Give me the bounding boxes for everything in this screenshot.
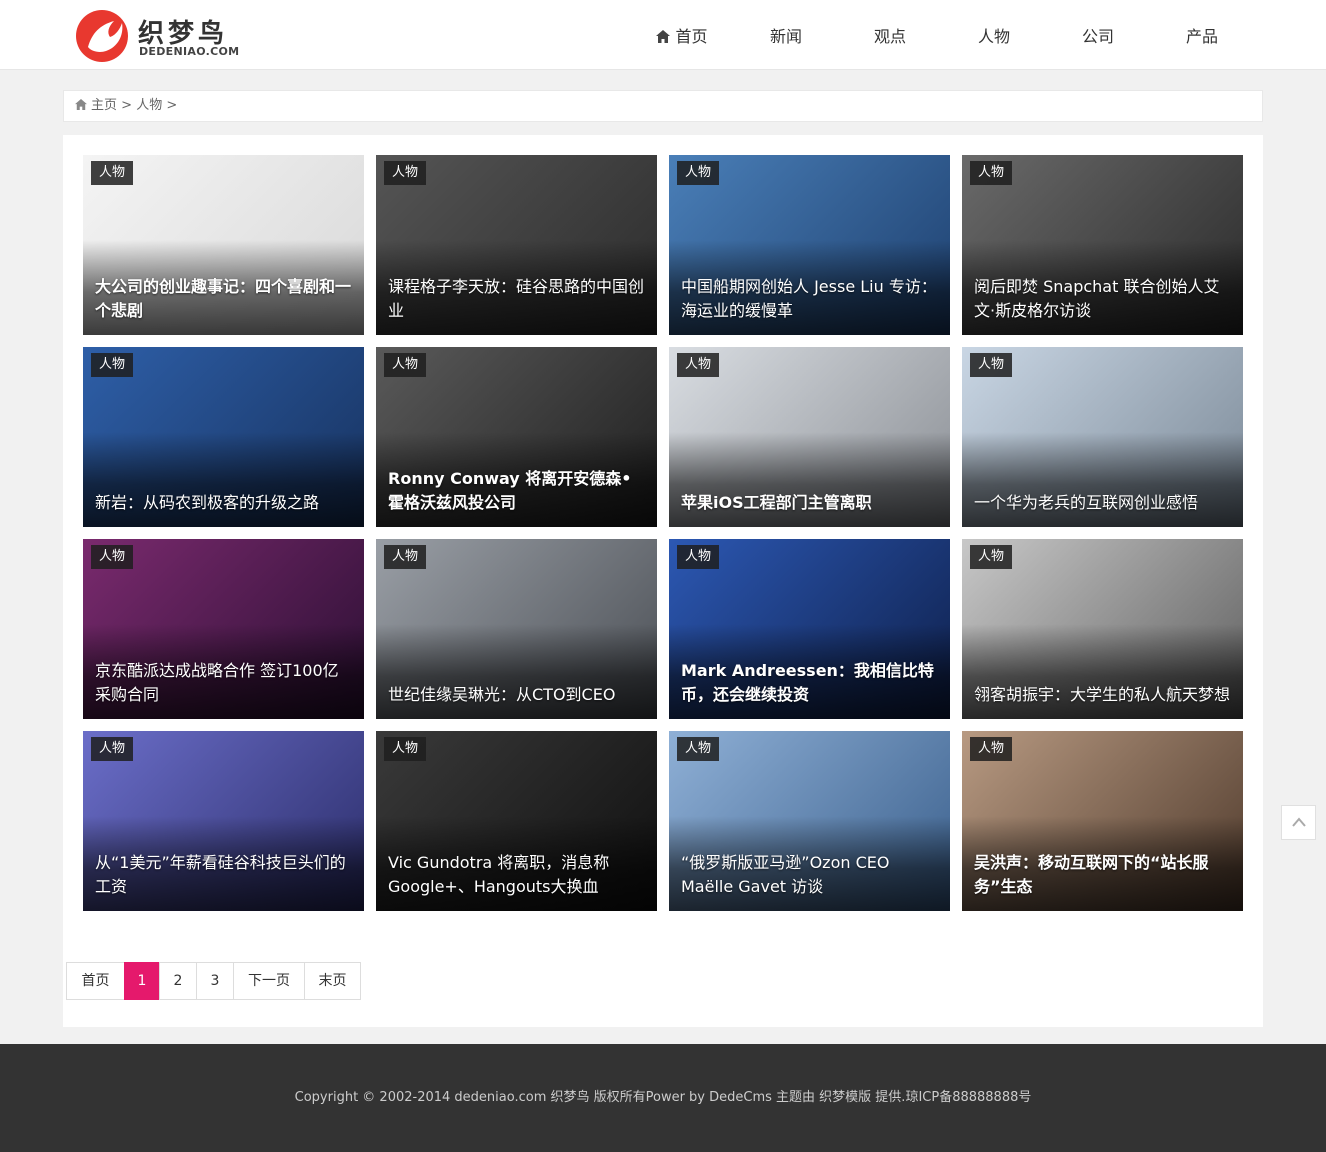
category-tag[interactable]: 人物 (677, 353, 720, 377)
main-nav: 首页 新闻 观点 人物 公司 产品 (630, 0, 1254, 70)
category-tag[interactable]: 人物 (384, 353, 427, 377)
article-title[interactable]: 一个华为老兵的互联网创业感悟 (974, 491, 1233, 515)
article-title[interactable]: 课程格子李天放：硅谷思路的中国创业 (388, 275, 647, 323)
chevron-up-icon (1292, 817, 1306, 827)
category-tag[interactable]: 人物 (970, 353, 1013, 377)
article-title[interactable]: 世纪佳缘吴琳光：从CTO到CEO (388, 683, 647, 707)
home-icon (75, 99, 87, 110)
nav-label: 人物 (977, 27, 1010, 46)
page-first-button[interactable]: 首页 (66, 962, 125, 1000)
category-tag[interactable]: 人物 (91, 161, 134, 185)
article-card[interactable]: 人物翎客胡振宇：大学生的私人航天梦想 (962, 539, 1243, 719)
article-title[interactable]: Vic Gundotra 将离职，消息称Google+、Hangouts大换血 (388, 851, 647, 899)
nav-item-company[interactable]: 公司 (1046, 0, 1150, 70)
article-title[interactable]: 大公司的创业趣事记：四个喜剧和一个悲剧 (95, 275, 354, 323)
article-title[interactable]: 中国船期网创始人 Jesse Liu 专访：海运业的缓慢革 (681, 275, 940, 323)
category-tag[interactable]: 人物 (91, 353, 134, 377)
article-card[interactable]: 人物大公司的创业趣事记：四个喜剧和一个悲剧 (83, 155, 364, 335)
category-tag[interactable]: 人物 (677, 545, 720, 569)
category-tag[interactable]: 人物 (384, 545, 427, 569)
nav-label: 首页 (675, 27, 708, 46)
category-tag[interactable]: 人物 (677, 737, 720, 761)
article-card[interactable]: 人物世纪佳缘吴琳光：从CTO到CEO (376, 539, 657, 719)
article-card[interactable]: 人物课程格子李天放：硅谷思路的中国创业 (376, 155, 657, 335)
category-tag[interactable]: 人物 (677, 161, 720, 185)
bird-logo-icon (76, 10, 128, 62)
article-card[interactable]: 人物阅后即焚 Snapchat 联合创始人艾文·斯皮格尔访谈 (962, 155, 1243, 335)
nav-label: 观点 (873, 27, 906, 46)
page-1-button[interactable]: 1 (124, 962, 160, 1000)
nav-item-news[interactable]: 新闻 (734, 0, 838, 70)
breadcrumb: 主页 > 人物 > (63, 90, 1263, 122)
article-card[interactable]: 人物苹果iOS工程部门主管离职 (669, 347, 950, 527)
category-tag[interactable]: 人物 (91, 737, 134, 761)
page-last-button[interactable]: 末页 (304, 962, 361, 1000)
copyright-text: Copyright © 2002-2014 dedeniao.com 织梦鸟 版… (294, 1090, 1032, 1105)
page-next-button[interactable]: 下一页 (233, 962, 305, 1000)
article-title[interactable]: 吴洪声：移动互联网下的“站长服务”生态 (974, 851, 1233, 899)
site-logo[interactable]: 织梦鸟 DEDENIAO.COM (74, 7, 254, 63)
article-card[interactable]: 人物吴洪声：移动互联网下的“站长服务”生态 (962, 731, 1243, 911)
article-card[interactable]: 人物新岩：从码农到极客的升级之路 (83, 347, 364, 527)
article-title[interactable]: 苹果iOS工程部门主管离职 (681, 491, 940, 515)
category-tag[interactable]: 人物 (91, 545, 134, 569)
article-title[interactable]: 京东酷派达成战略合作 签订100亿采购合同 (95, 659, 354, 707)
site-footer: Copyright © 2002-2014 dedeniao.com 织梦鸟 版… (0, 1044, 1326, 1152)
article-card[interactable]: 人物 “俄罗斯版亚马逊”Ozon CEO Maëlle Gavet 访谈 (669, 731, 950, 911)
article-title[interactable]: Mark Andreessen：我相信比特币，还会继续投资 (681, 659, 940, 707)
nav-item-people[interactable]: 人物 (942, 0, 1046, 70)
nav-item-product[interactable]: 产品 (1150, 0, 1254, 70)
logo-english-text: DEDENIAO.COM (139, 45, 240, 58)
article-card[interactable]: 人物京东酷派达成战略合作 签订100亿采购合同 (83, 539, 364, 719)
category-tag[interactable]: 人物 (970, 737, 1013, 761)
category-tag[interactable]: 人物 (970, 161, 1013, 185)
article-title[interactable]: 阅后即焚 Snapchat 联合创始人艾文·斯皮格尔访谈 (974, 275, 1233, 323)
breadcrumb-current-link[interactable]: 人物 (136, 98, 162, 113)
category-tag[interactable]: 人物 (384, 161, 427, 185)
article-card[interactable]: 人物 Ronny Conway 将离开安德森•霍格沃兹风投公司 (376, 347, 657, 527)
article-card[interactable]: 人物从“1美元”年薪看硅谷科技巨头们的工资 (83, 731, 364, 911)
article-title[interactable]: 新岩：从码农到极客的升级之路 (95, 491, 354, 515)
nav-label: 新闻 (769, 27, 802, 46)
article-card[interactable]: 人物一个华为老兵的互联网创业感悟 (962, 347, 1243, 527)
breadcrumb-separator: > (121, 98, 133, 113)
article-card[interactable]: 人物中国船期网创始人 Jesse Liu 专访：海运业的缓慢革 (669, 155, 950, 335)
article-card[interactable]: 人物 Vic Gundotra 将离职，消息称Google+、Hangouts大换… (376, 731, 657, 911)
article-title[interactable]: Ronny Conway 将离开安德森•霍格沃兹风投公司 (388, 467, 647, 515)
page-2-button[interactable]: 2 (159, 962, 197, 1000)
article-title[interactable]: 从“1美元”年薪看硅谷科技巨头们的工资 (95, 851, 354, 899)
back-to-top-button[interactable] (1281, 805, 1316, 840)
article-title[interactable]: 翎客胡振宇：大学生的私人航天梦想 (974, 683, 1233, 707)
home-icon (656, 30, 671, 43)
article-title[interactable]: “俄罗斯版亚马逊”Ozon CEO Maëlle Gavet 访谈 (681, 851, 940, 899)
page-3-button[interactable]: 3 (196, 962, 234, 1000)
category-tag[interactable]: 人物 (970, 545, 1013, 569)
breadcrumb-home-link[interactable]: 主页 (91, 98, 117, 113)
article-list-panel: 人物 大公司的创业趣事记：四个喜剧和一个悲剧 人物 课程格子李天放：硅谷思路的中国创业… (63, 135, 1263, 1027)
pagination: 首页 1 2 3 下一页 末页 (66, 962, 361, 1000)
category-tag[interactable]: 人物 (384, 737, 427, 761)
nav-item-opinion[interactable]: 观点 (838, 0, 942, 70)
breadcrumb-separator: > (166, 98, 178, 113)
nav-label: 产品 (1185, 27, 1218, 46)
article-card[interactable]: 人物 Mark Andreessen：我相信比特币，还会继续投资 (669, 539, 950, 719)
nav-item-home[interactable]: 首页 (630, 0, 734, 70)
nav-label: 公司 (1081, 27, 1114, 46)
site-header: 织梦鸟 DEDENIAO.COM 首页 新闻 观点 人物 公司 产品 (0, 0, 1326, 70)
